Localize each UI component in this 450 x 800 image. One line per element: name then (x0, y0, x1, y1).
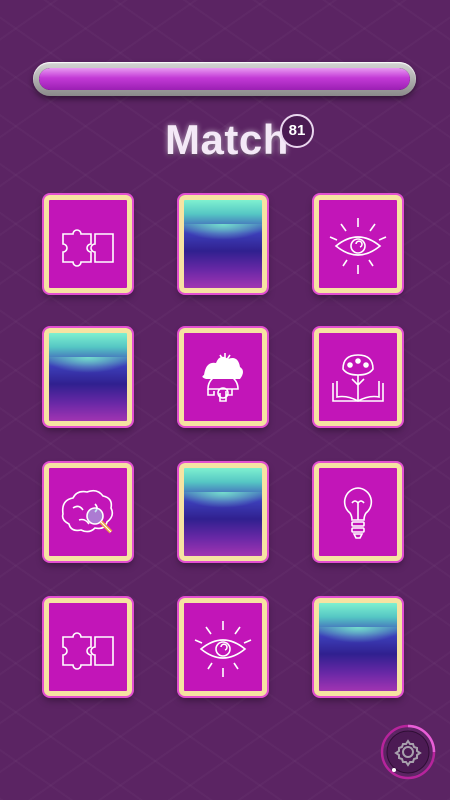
lightbulb-icon (343, 487, 373, 539)
gear-brain-icon (202, 353, 243, 402)
puzzle-icon (62, 229, 114, 267)
move-count-badge: 81 (280, 114, 314, 148)
progress-bar (33, 62, 416, 96)
progress-fill (39, 68, 410, 90)
card-5[interactable] (179, 328, 267, 426)
card-12[interactable] (314, 598, 402, 696)
card-9[interactable] (314, 463, 402, 561)
brain-magnifier-icon (61, 489, 114, 534)
card-1[interactable] (44, 195, 132, 293)
card-6[interactable] (314, 328, 402, 426)
gear-icon (380, 724, 436, 780)
progress-track-inner (39, 68, 410, 90)
puzzle-icon (62, 632, 114, 670)
title-area: Match 81 (0, 112, 450, 172)
eye-icon (194, 621, 252, 677)
card-11[interactable] (179, 598, 267, 696)
card-8[interactable] (179, 463, 267, 561)
card-4[interactable] (44, 328, 132, 426)
card-10[interactable] (44, 598, 132, 696)
settings-button[interactable] (380, 724, 436, 780)
card-2[interactable] (179, 195, 267, 293)
eye-icon (329, 218, 387, 274)
card-7[interactable] (44, 463, 132, 561)
game-title: Match (165, 116, 289, 163)
card-3[interactable] (314, 195, 402, 293)
book-tree-icon (332, 354, 384, 402)
